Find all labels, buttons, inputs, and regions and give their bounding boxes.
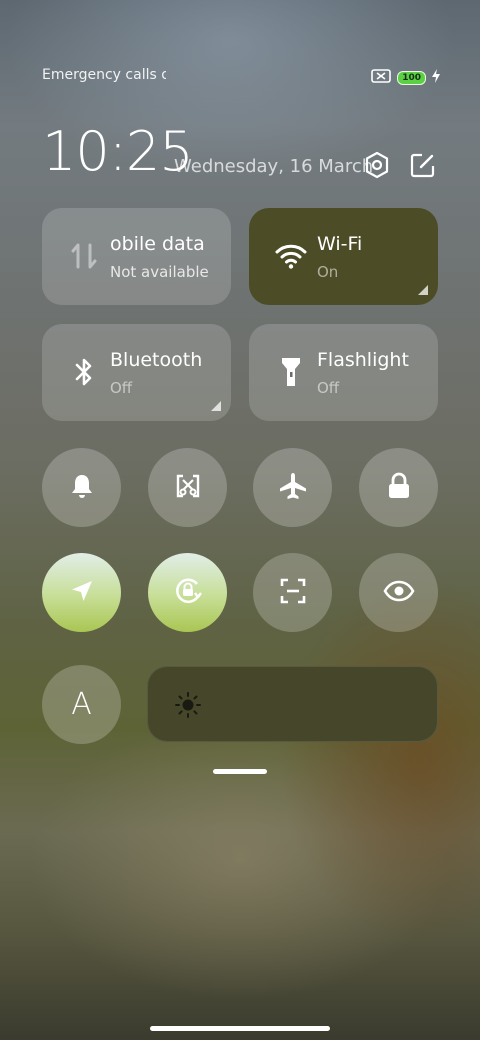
charging-icon: [432, 68, 440, 87]
lock-icon: [386, 472, 412, 504]
mobile-data-icon: [68, 240, 100, 272]
reading-mode-toggle[interactable]: [359, 553, 438, 632]
sound-toggle[interactable]: [42, 448, 121, 527]
flashlight-icon: [275, 356, 307, 388]
eye-icon: [383, 580, 415, 606]
navigation-gesture-bar[interactable]: [150, 1026, 330, 1031]
wifi-status: On: [317, 263, 339, 281]
airplane-icon: [278, 471, 308, 505]
no-sim-icon: [371, 68, 392, 87]
flashlight-tile[interactable]: Flashlight Off: [249, 324, 438, 421]
status-bar: Emergency calls o 100: [42, 64, 440, 88]
flashlight-status: Off: [317, 379, 340, 397]
settings-hex-icon[interactable]: [362, 150, 392, 180]
mobile-data-label: obile data: [110, 233, 205, 255]
status-icons: 100: [371, 68, 440, 87]
mobile-data-tile[interactable]: obile data Not available: [42, 208, 231, 305]
brightness-slider[interactable]: [147, 666, 438, 742]
bell-icon: [68, 472, 96, 504]
rotation-lock-icon: [171, 574, 205, 612]
flashlight-label: Flashlight: [317, 349, 409, 371]
panel-drag-handle[interactable]: [213, 769, 267, 774]
wifi-label: Wi-Fi: [317, 233, 363, 255]
airplane-toggle[interactable]: [253, 448, 332, 527]
bluetooth-icon: [68, 356, 100, 388]
screenshot-toggle[interactable]: [148, 448, 227, 527]
auto-brightness-button[interactable]: A: [42, 665, 121, 744]
bluetooth-label: Bluetooth: [110, 349, 203, 371]
bluetooth-status: Off: [110, 379, 133, 397]
bluetooth-tile[interactable]: Bluetooth Off: [42, 324, 231, 421]
date: Wednesday, 16 March: [174, 156, 374, 177]
carrier-text: Emergency calls o: [42, 67, 166, 83]
clock: 10:25: [42, 120, 194, 183]
rotation-lock-toggle[interactable]: [148, 553, 227, 632]
mobile-data-status: Not available: [110, 263, 209, 281]
location-arrow-icon: [69, 578, 95, 608]
wifi-icon: [275, 240, 307, 272]
scanner-toggle[interactable]: [253, 553, 332, 632]
wifi-expand-icon[interactable]: [418, 285, 428, 295]
bluetooth-expand-icon[interactable]: [211, 401, 221, 411]
battery-level: 100: [397, 70, 426, 85]
lock-screen-toggle[interactable]: [359, 448, 438, 527]
location-toggle[interactable]: [42, 553, 121, 632]
scan-icon: [279, 577, 307, 609]
auto-brightness-label: A: [71, 687, 92, 722]
screenshot-crop-icon: [174, 472, 202, 504]
wifi-tile[interactable]: Wi-Fi On: [249, 208, 438, 305]
edit-icon[interactable]: [408, 150, 438, 180]
sun-icon: [174, 691, 202, 723]
